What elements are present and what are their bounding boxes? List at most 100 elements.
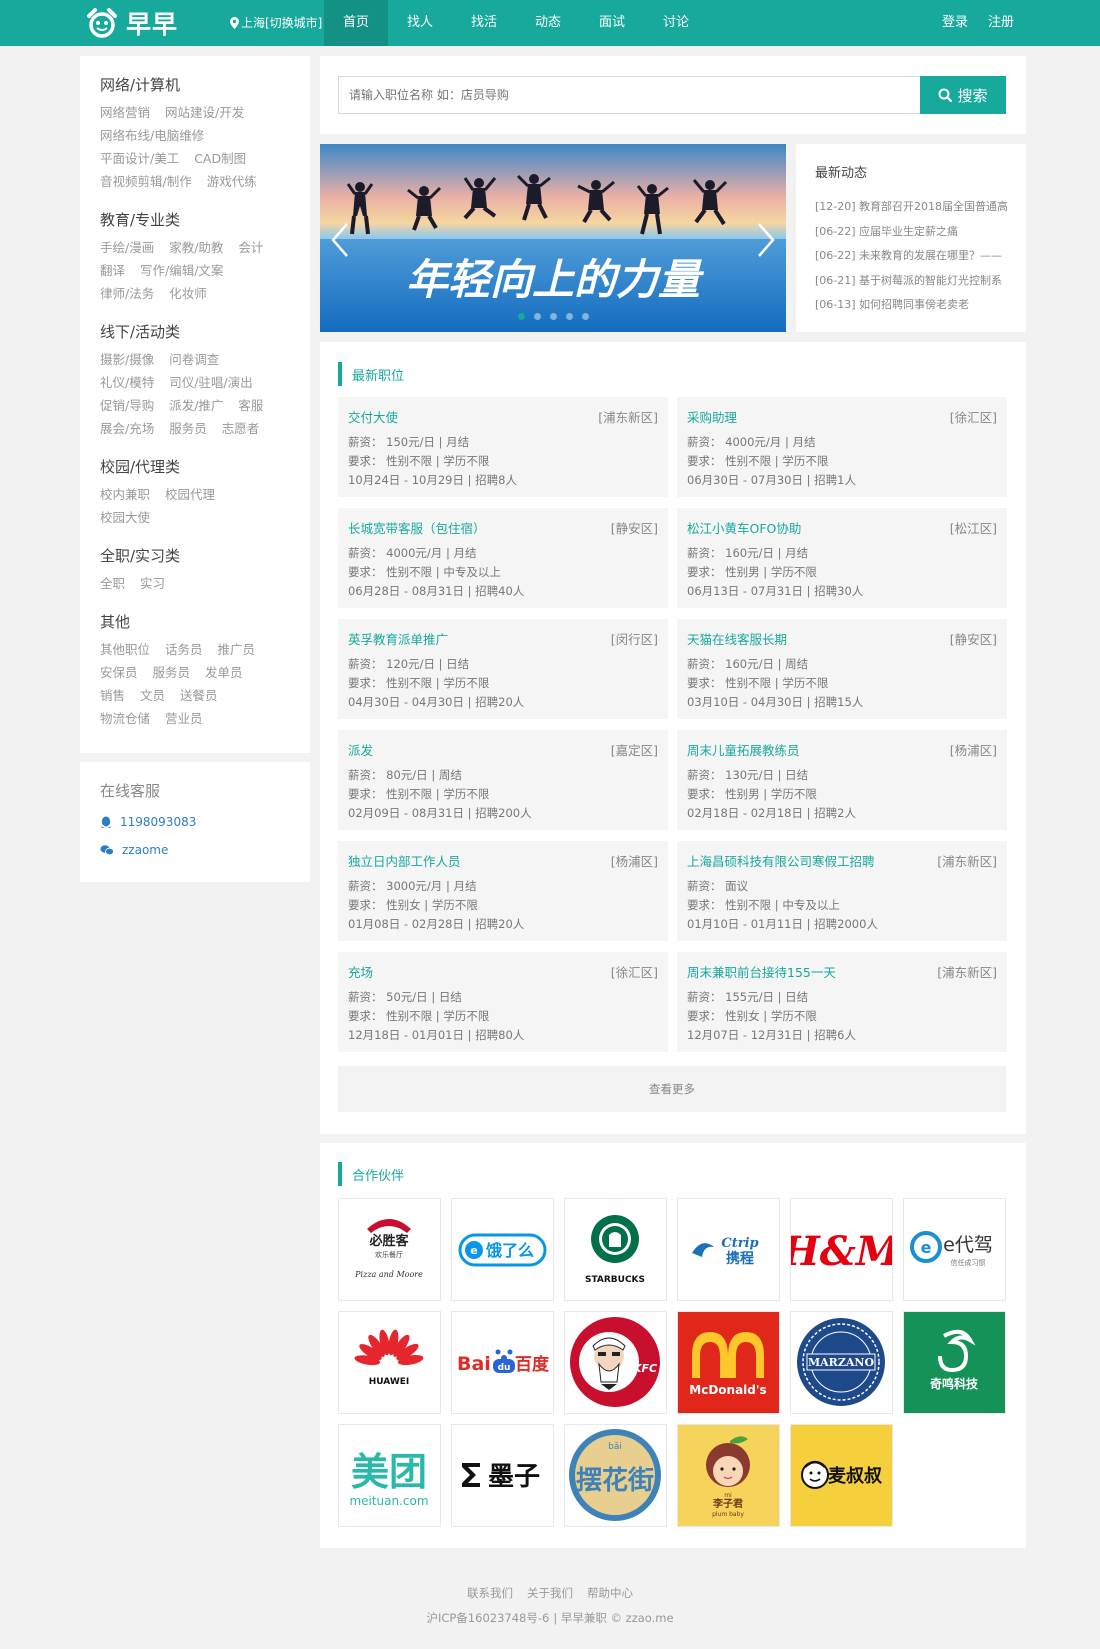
- category-link[interactable]: 送餐员: [180, 688, 218, 703]
- banner-next-arrow[interactable]: [756, 222, 776, 258]
- category-link[interactable]: 促销/导购: [100, 398, 154, 413]
- promo-banner[interactable]: 年轻向上的力量: [320, 144, 786, 332]
- category-link[interactable]: 写作/编辑/文案: [140, 263, 223, 278]
- job-title[interactable]: 天猫在线客服长期: [687, 629, 787, 647]
- category-title[interactable]: 线下/活动类: [100, 321, 290, 342]
- job-title[interactable]: 上海昌硕科技有限公司寒假工招聘: [687, 851, 875, 869]
- job-card[interactable]: 派发 [嘉定区] 薪资： 80元/日 | 周结 要求： 性别不限 | 学历不限 02月0…: [338, 730, 668, 830]
- category-link[interactable]: 礼仪/模特: [100, 375, 154, 390]
- partner-logo-edaijia[interactable]: e e代驾 信任成习惯: [903, 1198, 1006, 1301]
- category-link[interactable]: 发单员: [205, 665, 243, 680]
- news-item[interactable]: [06-13] 如何招聘同事傍老卖老: [815, 293, 1008, 318]
- search-button[interactable]: 搜索: [920, 76, 1006, 114]
- register-link[interactable]: 注册: [988, 0, 1014, 46]
- category-link[interactable]: 翻译: [100, 263, 125, 278]
- category-link[interactable]: 物流仓储: [100, 711, 150, 726]
- view-more-button[interactable]: 查看更多: [338, 1066, 1006, 1112]
- job-title[interactable]: 周末儿童拓展教练员: [687, 740, 800, 758]
- category-title[interactable]: 校园/代理类: [100, 456, 290, 477]
- login-link[interactable]: 登录: [942, 0, 968, 46]
- job-card[interactable]: 采购助理 [徐汇区] 薪资： 4000元/月 | 月结 要求： 性别不限 | 学历不限…: [677, 397, 1007, 497]
- nav-find-people[interactable]: 找人: [388, 0, 452, 46]
- nav-discussion[interactable]: 讨论: [644, 0, 708, 46]
- footer-about-link[interactable]: 关于我们: [527, 1585, 573, 1601]
- partner-logo-maishushu[interactable]: 麦叔叔: [790, 1424, 893, 1527]
- category-link[interactable]: 话务员: [165, 642, 203, 657]
- category-link[interactable]: 网站建设/开发: [165, 105, 244, 120]
- job-title[interactable]: 独立日内部工作人员: [348, 851, 461, 869]
- partner-logo-meituan[interactable]: 美团 meituan.com: [338, 1424, 441, 1527]
- nav-interview[interactable]: 面试: [580, 0, 644, 46]
- partner-logo-lizijun[interactable]: mi 李子君 plum baby: [677, 1424, 780, 1527]
- partner-logo-baidu[interactable]: Bai du 百度: [451, 1311, 554, 1414]
- category-link[interactable]: 平面设计/美工: [100, 151, 179, 166]
- job-title[interactable]: 英孚教育派单推广: [348, 629, 448, 647]
- partner-logo-baihuajie[interactable]: bǎi 摆花街: [564, 1424, 667, 1527]
- nav-home[interactable]: 首页: [324, 0, 388, 46]
- partner-logo-qiming[interactable]: 奇鸣科技: [903, 1311, 1006, 1414]
- nav-news[interactable]: 动态: [516, 0, 580, 46]
- category-link[interactable]: 校园代理: [165, 487, 215, 502]
- partner-logo-huawei[interactable]: HUAWEI: [338, 1311, 441, 1414]
- banner-prev-arrow[interactable]: [330, 222, 350, 258]
- news-item[interactable]: [12-20] 教育部召开2018届全国普通高: [815, 195, 1008, 220]
- job-card[interactable]: 周末儿童拓展教练员 [杨浦区] 薪资： 130元/日 | 日结 要求： 性别男 | 学…: [677, 730, 1007, 830]
- banner-dot[interactable]: [565, 313, 573, 320]
- category-link[interactable]: 会计: [238, 240, 263, 255]
- job-title[interactable]: 松江小黄车OFO协助: [687, 518, 801, 536]
- partner-logo-mozi[interactable]: 墨子: [451, 1424, 554, 1527]
- footer-help-link[interactable]: 帮助中心: [587, 1585, 633, 1601]
- banner-dot[interactable]: [581, 313, 589, 320]
- job-search-input[interactable]: [338, 76, 920, 114]
- category-link[interactable]: CAD制图: [194, 151, 246, 166]
- category-title[interactable]: 网络/计算机: [100, 74, 290, 95]
- partner-logo-marzano[interactable]: MARZANO: [790, 1311, 893, 1414]
- category-title[interactable]: 教育/专业类: [100, 209, 290, 230]
- category-link[interactable]: 推广员: [218, 642, 256, 657]
- banner-dot[interactable]: [533, 313, 541, 320]
- category-link[interactable]: 客服: [238, 398, 263, 413]
- job-title[interactable]: 长城宽带客服（包住宿）: [348, 518, 486, 536]
- job-title[interactable]: 派发: [348, 740, 373, 758]
- job-title[interactable]: 交付大使: [348, 407, 398, 425]
- job-card[interactable]: 周末兼职前台接待155一天 [浦东新区] 薪资： 155元/日 | 日结 要求： 性别…: [677, 952, 1007, 1052]
- category-link[interactable]: 校内兼职: [100, 487, 150, 502]
- icp-number[interactable]: 沪ICP备16023748号-6: [426, 1610, 549, 1626]
- qq-contact[interactable]: 1198093083: [100, 813, 290, 831]
- news-item[interactable]: [06-21] 基于树莓派的智能灯光控制系: [815, 269, 1008, 294]
- category-link[interactable]: 司仪/驻唱/演出: [169, 375, 252, 390]
- partner-logo-ctrip[interactable]: Ctrip 携程: [677, 1198, 780, 1301]
- partner-logo-pizzahut[interactable]: 必胜客 欢乐餐厅 Pizza and Moore: [338, 1198, 441, 1301]
- partner-logo-kfc[interactable]: KFC: [564, 1311, 667, 1414]
- category-link[interactable]: 校园大使: [100, 510, 150, 525]
- partner-logo-hm[interactable]: H&M: [790, 1198, 893, 1301]
- city-switcher[interactable]: 上海[切换城市]: [230, 0, 322, 46]
- wechat-contact[interactable]: zzaome: [100, 841, 290, 859]
- nav-find-jobs[interactable]: 找活: [452, 0, 516, 46]
- category-link[interactable]: 服务员: [169, 421, 207, 436]
- footer-contact-link[interactable]: 联系我们: [467, 1585, 513, 1601]
- job-card[interactable]: 独立日内部工作人员 [杨浦区] 薪资： 3000元/月 | 月结 要求： 性别女 | …: [338, 841, 668, 941]
- category-link[interactable]: 展会/充场: [100, 421, 154, 436]
- category-link[interactable]: 全职: [100, 576, 125, 591]
- category-link[interactable]: 销售: [100, 688, 125, 703]
- news-item[interactable]: [06-22] 应届毕业生定薪之痛: [815, 220, 1008, 245]
- category-link[interactable]: 志愿者: [222, 421, 260, 436]
- job-card[interactable]: 英孚教育派单推广 [闵行区] 薪资： 120元/日 | 日结 要求： 性别不限 | 学…: [338, 619, 668, 719]
- category-title[interactable]: 其他: [100, 611, 290, 632]
- category-link[interactable]: 网络布线/电脑维修: [100, 128, 204, 143]
- category-link[interactable]: 其他职位: [100, 642, 150, 657]
- category-link[interactable]: 网络营销: [100, 105, 150, 120]
- partner-logo-eleme[interactable]: e 饿了么: [451, 1198, 554, 1301]
- category-title[interactable]: 全职/实习类: [100, 545, 290, 566]
- site-logo[interactable]: 早早: [84, 6, 178, 40]
- job-card[interactable]: 充场 [徐汇区] 薪资： 50元/日 | 日结 要求： 性别不限 | 学历不限 12月1…: [338, 952, 668, 1052]
- category-link[interactable]: 摄影/摄像: [100, 352, 154, 367]
- job-card[interactable]: 长城宽带客服（包住宿） [静安区] 薪资： 4000元/月 | 月结 要求： 性别不限…: [338, 508, 668, 608]
- category-link[interactable]: 问卷调查: [169, 352, 219, 367]
- job-title[interactable]: 周末兼职前台接待155一天: [687, 962, 836, 980]
- category-link[interactable]: 服务员: [153, 665, 191, 680]
- job-card[interactable]: 天猫在线客服长期 [静安区] 薪资： 160元/日 | 周结 要求： 性别不限 | 学…: [677, 619, 1007, 719]
- category-link[interactable]: 化妆师: [169, 286, 207, 301]
- news-item[interactable]: [06-22] 未来教育的发展在哪里？——: [815, 244, 1008, 269]
